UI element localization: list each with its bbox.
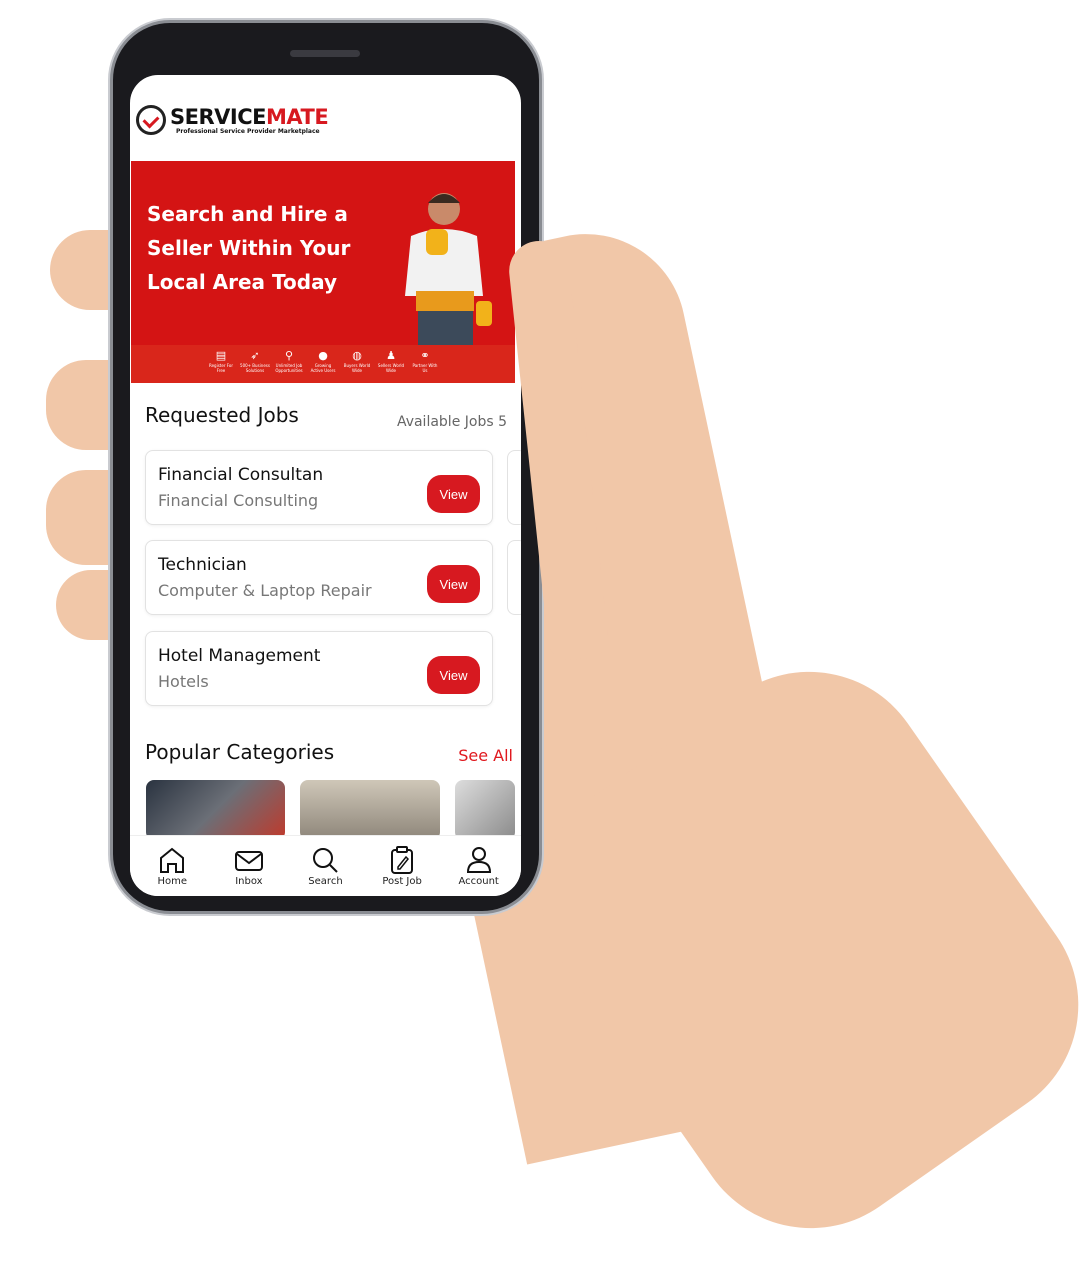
popular-categories-title: Popular Categories — [145, 740, 335, 764]
see-all-link[interactable]: See All — [458, 746, 513, 765]
job-card-partial[interactable] — [507, 540, 521, 615]
job-title: Hotel Management — [158, 646, 321, 666]
brand-name: SERVICEMATE — [170, 104, 329, 129]
tagline: Professional Service Provider Marketplac… — [176, 127, 320, 135]
view-button[interactable]: View — [427, 475, 480, 513]
nav-inbox[interactable]: Inbox — [214, 836, 284, 896]
nav-post-job[interactable]: Post Job — [367, 836, 437, 896]
feature-item: ⚭ Partner With Us — [412, 349, 438, 373]
hero-banner[interactable]: Search and Hire a Seller Within Your Loc… — [131, 161, 515, 383]
nav-account[interactable]: Account — [444, 836, 514, 896]
feature-strip: ▤ Register For Free ➶ 500+ Business Soluti… — [131, 345, 515, 383]
available-jobs-count: Available Jobs 5 — [396, 414, 507, 430]
view-button[interactable]: View — [427, 656, 480, 694]
worker-image — [405, 193, 492, 346]
brand-main: SERVICE — [170, 104, 266, 129]
category-card-interior[interactable] — [300, 780, 440, 840]
mail-icon — [234, 851, 263, 871]
feature-item: ♟ Sellers World Wide — [377, 349, 405, 373]
home-icon — [160, 847, 185, 873]
job-title: Technician — [158, 555, 247, 575]
category-card-partial[interactable] — [455, 780, 515, 840]
job-card-partial[interactable] — [507, 450, 521, 525]
job-category: Hotels — [158, 672, 209, 691]
nav-search[interactable]: Search — [290, 836, 360, 896]
feature-item: ➶ 500+ Business Solutions — [240, 349, 270, 373]
category-card-auto[interactable] — [146, 780, 285, 840]
job-title: Financial Consultan — [158, 465, 324, 485]
phone-speaker — [290, 50, 360, 57]
brand-accent: MATE — [265, 104, 329, 129]
banner-headline: Search and Hire a Seller Within Your Loc… — [147, 202, 351, 294]
logo: SERVICEMATE Professional Service Provide… — [136, 104, 329, 135]
clipboard-icon — [391, 846, 414, 874]
check-logo-icon — [136, 105, 166, 135]
job-category: Computer & Laptop Repair — [158, 581, 372, 600]
feature-item: ⚲ Unlimited Job Opportunities — [275, 349, 303, 373]
job-category: Financial Consulting — [158, 491, 319, 510]
feature-item: ◍ Buyers World Wide — [343, 349, 371, 373]
job-card[interactable]: Technician Computer & Laptop Repair View — [145, 540, 493, 615]
search-icon — [313, 848, 339, 873]
feature-item: ● Growing Active Users — [310, 349, 336, 373]
view-button[interactable]: View — [427, 565, 480, 603]
bottom-nav: Home Inbox Search Post Job Account — [130, 835, 521, 896]
job-card[interactable]: Hotel Management Hotels View — [145, 631, 493, 706]
user-icon — [466, 847, 491, 873]
feature-item: ▤ Register For Free — [209, 349, 233, 373]
nav-home[interactable]: Home — [137, 836, 207, 896]
requested-jobs-title: Requested Jobs — [145, 403, 299, 427]
job-card[interactable]: Financial Consultan Financial Consulting… — [145, 450, 493, 525]
app-screen: SERVICEMATE Professional Service Provide… — [130, 75, 521, 896]
